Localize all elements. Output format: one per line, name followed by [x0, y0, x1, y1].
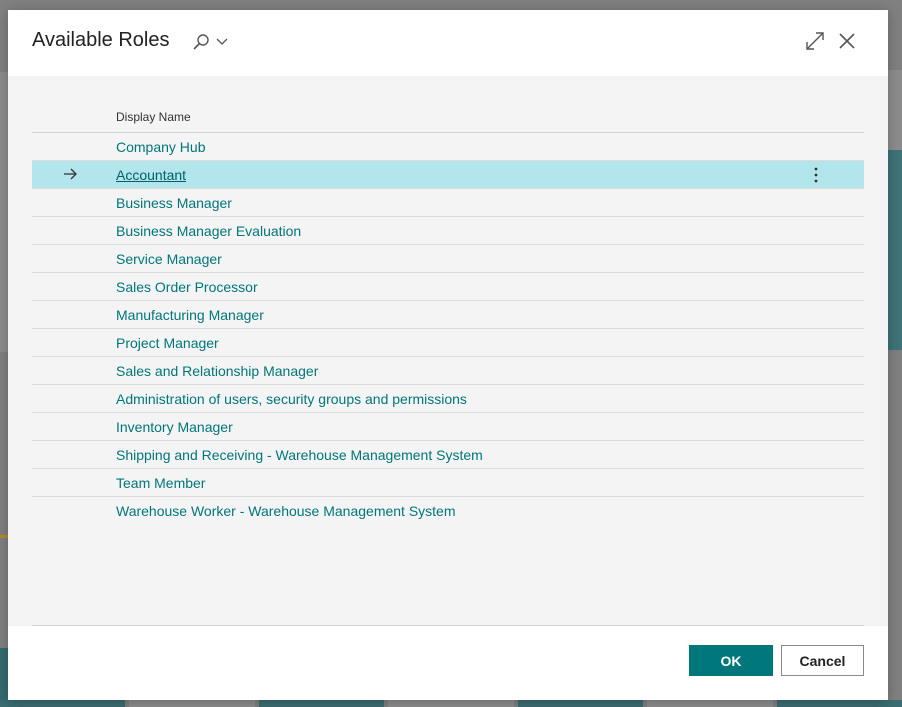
background-tiles [0, 700, 902, 707]
role-name-link[interactable]: Manufacturing Manager [116, 307, 264, 323]
more-options-icon[interactable] [810, 166, 822, 184]
search-icon [193, 34, 209, 50]
table-row[interactable]: Manufacturing Manager [32, 301, 864, 329]
role-name-link[interactable]: Sales and Relationship Manager [116, 363, 318, 379]
background-panel-left [0, 72, 8, 352]
background-tile-right [888, 150, 902, 350]
background-tile-left [0, 648, 8, 707]
roles-list: Company Hub Accountant Business Manager … [32, 133, 864, 524]
table-row[interactable]: Sales Order Processor [32, 273, 864, 301]
table-row[interactable]: Team Member [32, 469, 864, 497]
dialog-title: Available Roles [32, 29, 170, 51]
expand-icon[interactable] [804, 30, 826, 52]
role-name-link[interactable]: Business Manager [116, 195, 232, 211]
table-row[interactable]: Inventory Manager [32, 413, 864, 441]
dialog-body: Display Name Company Hub Accountant Busi… [8, 76, 888, 626]
role-name-link[interactable]: Team Member [116, 475, 205, 491]
arrow-right-icon [64, 168, 77, 180]
role-name-link[interactable]: Warehouse Worker - Warehouse Management … [116, 503, 456, 519]
table-row[interactable]: Business Manager [32, 189, 864, 217]
role-name-link[interactable]: Business Manager Evaluation [116, 223, 301, 239]
table-row[interactable]: Project Manager [32, 329, 864, 357]
background-accent-bar [0, 535, 8, 538]
role-name-link[interactable]: Project Manager [116, 335, 219, 351]
chevron-down-icon [216, 38, 228, 45]
role-name-link[interactable]: Service Manager [116, 251, 222, 267]
cancel-button[interactable]: Cancel [781, 645, 864, 676]
dialog-header: Available Roles [8, 10, 888, 76]
close-icon[interactable] [836, 30, 858, 52]
table-row[interactable]: Sales and Relationship Manager [32, 357, 864, 385]
role-name-link[interactable]: Inventory Manager [116, 419, 233, 435]
role-name-link[interactable]: Shipping and Receiving - Warehouse Manag… [116, 447, 483, 463]
table-row[interactable]: Service Manager [32, 245, 864, 273]
column-header-display-name[interactable]: Display Name [116, 110, 191, 124]
role-name-link[interactable]: Accountant [116, 167, 186, 183]
search-button[interactable] [192, 31, 234, 53]
table-row-selected[interactable]: Accountant [32, 161, 864, 189]
table-row[interactable]: Shipping and Receiving - Warehouse Manag… [32, 441, 864, 469]
role-name-link[interactable]: Company Hub [116, 139, 206, 155]
dialog-footer: OK Cancel [8, 626, 888, 700]
role-name-link[interactable]: Sales Order Processor [116, 279, 258, 295]
table-row[interactable]: Administration of users, security groups… [32, 385, 864, 413]
table-row[interactable]: Company Hub [32, 133, 864, 161]
available-roles-dialog: Available Roles Display Name Company Hub [8, 10, 888, 700]
ok-button[interactable]: OK [689, 645, 773, 676]
table-row[interactable]: Warehouse Worker - Warehouse Management … [32, 497, 864, 524]
table-row[interactable]: Business Manager Evaluation [32, 217, 864, 245]
role-name-link[interactable]: Administration of users, security groups… [116, 391, 467, 407]
